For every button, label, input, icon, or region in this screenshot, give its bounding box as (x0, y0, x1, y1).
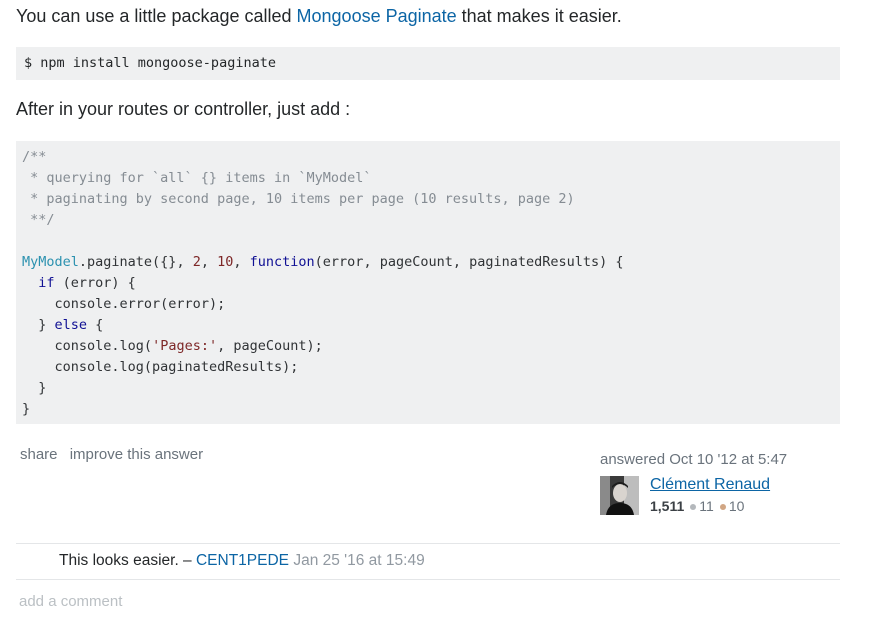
share-link[interactable]: share (20, 446, 58, 463)
comment-text: This looks easier. – (59, 552, 196, 569)
code-brace: } (22, 401, 31, 417)
code-log-call: console.log(paginatedResults); (54, 359, 299, 375)
code-comment-line: * querying for `all` {} items in `MyMode… (22, 170, 372, 186)
code-arg-limit: 10 (217, 254, 234, 270)
code-call: .paginate({}, (78, 254, 193, 270)
user-name-link[interactable]: Clément Renaud (650, 476, 770, 494)
code-log-args: , pageCount); (217, 338, 323, 354)
answered-timestamp: answered Oct 10 '12 at 5:47 (600, 451, 788, 468)
comment-divider (16, 579, 840, 580)
code-model: MyModel (22, 254, 79, 270)
comment-divider (16, 543, 840, 544)
comment-user-link[interactable]: CENT1PEDE (196, 552, 289, 569)
code-brace: } (38, 380, 47, 396)
bronze-badge-count: 10 (728, 498, 745, 514)
code-error-call: console.error(error); (54, 296, 226, 312)
code-snippet: /** * querying for `all` {} items in `My… (22, 147, 834, 420)
post-menu: share improve this answer (20, 446, 211, 463)
code-brace: { (87, 317, 104, 333)
user-signature: answered Oct 10 '12 at 5:47 Clément Rena… (600, 451, 840, 515)
avatar[interactable] (600, 476, 639, 515)
code-else-keyword: else (54, 317, 88, 333)
silver-badge-count: 11 (699, 498, 714, 514)
code-fn-signature: (error, pageCount, paginatedResults) { (314, 254, 624, 270)
code-comment-line: * paginating by second page, 10 items pe… (22, 191, 575, 207)
code-block: /** * querying for `all` {} items in `My… (16, 141, 840, 424)
code-comment-line: **/ (22, 212, 55, 228)
code-if-keyword: if (38, 275, 55, 291)
bronze-badge-icon (719, 503, 726, 510)
code-brace: } (38, 317, 55, 333)
code-comment-line: /** (22, 149, 47, 165)
add-comment-link[interactable]: add a comment (19, 593, 122, 610)
silver-badge-icon (690, 503, 697, 510)
user-photo (600, 476, 639, 515)
reputation-score: 1,511 (650, 498, 685, 514)
code-log-call: console.log( (54, 338, 153, 354)
intro-text: You can use a little package called (16, 6, 297, 26)
intro-paragraph: You can use a little package called Mong… (16, 5, 622, 27)
install-command: $ npm install mongoose-paginate (24, 55, 276, 71)
instruction-paragraph: After in your routes or controller, just… (16, 99, 351, 119)
mongoose-paginate-link[interactable]: Mongoose Paginate (297, 6, 457, 26)
improve-answer-link[interactable]: improve this answer (70, 446, 203, 463)
code-string: 'Pages:' (152, 338, 218, 354)
code-if-cond: (error) { (54, 275, 136, 291)
comment: This looks easier. – CENT1PEDE Jan 25 '1… (59, 552, 425, 570)
reputation-row: 1,511 11 10 (650, 498, 744, 514)
code-sep: , (233, 254, 250, 270)
comment-date: Jan 25 '16 at 15:49 (289, 552, 425, 569)
code-arg-page: 2 (192, 254, 201, 270)
code-sep: , (200, 254, 218, 270)
install-code-block: $ npm install mongoose-paginate (16, 47, 840, 80)
code-function-keyword: function (249, 254, 315, 270)
intro-text-end: that makes it easier. (456, 6, 622, 26)
